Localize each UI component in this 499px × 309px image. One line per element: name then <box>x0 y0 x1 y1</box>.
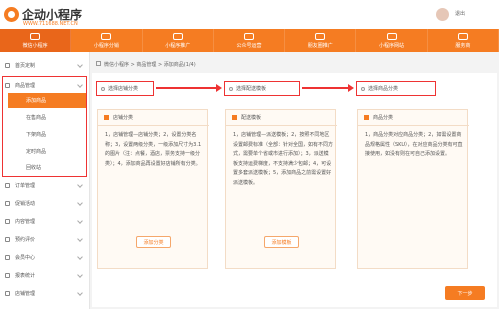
chevron-down-icon <box>77 182 83 188</box>
doc-icon <box>232 115 237 120</box>
logo[interactable]: 企动小程序 WWW.711688.NET.CN <box>4 5 83 27</box>
promotion-icon <box>5 201 10 206</box>
step-label: 选择商品分类 <box>368 86 399 92</box>
chevron-down-icon <box>77 254 83 260</box>
card-body: 1，商品分类对应商品分类；2，如需设置商品规格属性（SKU），在对应商品分类有可… <box>365 132 463 158</box>
sidebar-item-home[interactable]: 首页定制 <box>0 58 90 73</box>
content-icon <box>5 219 10 224</box>
sidebar-item-label: 报表统计 <box>15 273 36 279</box>
add-category-button[interactable]: 添加分类 <box>136 236 171 248</box>
nav-mini-program[interactable]: 微信小程序 <box>0 29 72 52</box>
add-template-button[interactable]: 添加模板 <box>264 236 299 248</box>
nav-label: 小程序分销 <box>93 42 119 49</box>
next-button[interactable]: 下一步 <box>445 286 485 300</box>
sidebar-item-appointment[interactable]: 预约评价 <box>0 232 90 247</box>
logo-icon <box>4 6 19 22</box>
sidebar-item-content[interactable]: 内容管理 <box>0 214 90 229</box>
card-delivery-template: 配送模板 1，店铺管理—派送模板；2，按照不同地区设置邮费标准（全部：针对全国，… <box>225 109 337 269</box>
sidebar-item-label: 会员中心 <box>15 255 36 261</box>
card-title: 配送模板 <box>241 115 262 121</box>
step-goods-category[interactable]: 选择商品分类 <box>356 81 436 96</box>
step-delivery-template[interactable]: 选择配送模板 <box>224 81 300 96</box>
arrow-right-icon <box>348 84 354 92</box>
logo-text: 企动小程序 <box>22 7 83 22</box>
breadcrumb: 微信小程序 > 商品管理 > 添加商品(1/4) <box>104 62 196 68</box>
sidebar-item-member[interactable]: 会员中心 <box>0 250 90 265</box>
arrow-line <box>156 87 216 89</box>
nav-official-account[interactable]: 公众号运营 <box>214 29 286 52</box>
sidebar-item-store[interactable]: 店铺管理 <box>0 286 90 301</box>
card-header: 配送模板 <box>226 110 337 126</box>
card-goods-category: 商品分类 1，商品分类对应商品分类；2，如需设置商品规格属性（SKU），在对应商… <box>357 109 469 269</box>
chevron-down-icon <box>77 218 83 224</box>
nav-promotion[interactable]: 小程序推广 <box>143 29 214 52</box>
doc-icon <box>104 115 109 120</box>
sidebar-item-label: 促销活动 <box>15 201 36 207</box>
main-nav: 微信小程序 小程序分销 小程序推广 公众号运营 朋友圈推广 小程序网站 服务商 <box>0 29 499 52</box>
step-icon <box>101 86 105 91</box>
arrow-line <box>302 87 348 89</box>
nav-label: 微信小程序 <box>22 42 48 49</box>
sidebar-item-label: 订单管理 <box>15 183 36 189</box>
distribution-icon <box>101 32 112 40</box>
sidebar-item-report[interactable]: 报表统计 <box>0 268 90 283</box>
step-label: 选择配送模板 <box>236 86 267 92</box>
sidebar-item-promotion[interactable]: 促销活动 <box>0 196 90 211</box>
chevron-down-icon <box>77 236 83 242</box>
nav-label: 公众号运营 <box>236 42 262 49</box>
nav-label: 小程序网站 <box>379 42 405 49</box>
sidebar-item-label: 首页定制 <box>15 63 36 69</box>
official-account-icon <box>243 32 254 40</box>
logout-link[interactable]: 退出 <box>455 10 465 17</box>
store-icon <box>5 291 10 296</box>
arrow-right-icon <box>216 84 222 92</box>
member-icon <box>5 255 10 260</box>
chevron-down-icon <box>77 272 83 278</box>
moments-icon <box>315 32 326 40</box>
mini-program-icon <box>30 32 41 40</box>
card-header: 商品分类 <box>358 110 469 126</box>
step-icon <box>361 86 365 91</box>
nav-service-provider[interactable]: 服务商 <box>428 29 499 52</box>
card-title: 商品分类 <box>373 115 394 121</box>
chevron-down-icon <box>77 200 83 206</box>
promotion-icon <box>172 32 183 40</box>
nav-label: 服务商 <box>455 42 471 49</box>
nav-website[interactable]: 小程序网站 <box>356 29 428 52</box>
card-title: 店铺分类 <box>113 115 134 121</box>
nav-label: 朋友圈推广 <box>307 42 333 49</box>
card-store-category: 店铺分类 1，店铺管理—店铺分类；2，设置分类名称；3，设置两级分类，一级添加尺… <box>97 109 209 269</box>
logo-url: WWW.711688.NET.CN <box>23 21 78 27</box>
breadcrumb-icon <box>96 61 101 66</box>
highlight-box <box>2 76 87 177</box>
website-icon <box>386 32 397 40</box>
chevron-down-icon <box>77 62 83 68</box>
card-body: 1，店铺管理—店铺分类；2，设置分类名称；3，设置两级分类，一级添加尺寸为3.1… <box>105 132 202 167</box>
nav-label: 小程序推广 <box>165 42 191 49</box>
step-label: 选择店铺分类 <box>108 86 139 92</box>
sidebar-item-orders[interactable]: 订单管理 <box>0 178 90 193</box>
card-body: 1，店铺管理—派送模板；2，按照不同地区设置邮费标准（全部：针对全国，如有不同方… <box>233 132 334 186</box>
step-store-category[interactable]: 选择店铺分类 <box>96 81 154 96</box>
sidebar-item-label: 预约评价 <box>15 237 36 243</box>
card-header: 店铺分类 <box>98 110 209 126</box>
nav-distribution[interactable]: 小程序分销 <box>71 29 143 52</box>
step-icon <box>229 86 233 91</box>
sidebar-item-label: 店铺管理 <box>15 291 36 297</box>
chevron-down-icon <box>77 290 83 296</box>
home-icon <box>5 63 10 68</box>
nav-moments[interactable]: 朋友圈推广 <box>285 29 357 52</box>
sidebar-item-label: 内容管理 <box>15 219 36 225</box>
top-bar: 企动小程序 WWW.711688.NET.CN 退出 <box>0 0 499 29</box>
sidebar: 首页定制 商品管理 添加商品 在售商品 下架商品 定时商品 回收站 订单管理 促… <box>0 52 90 309</box>
doc-icon <box>364 115 369 120</box>
avatar[interactable] <box>436 8 449 21</box>
order-icon <box>5 183 10 188</box>
report-icon <box>5 273 10 278</box>
service-provider-icon <box>457 32 468 40</box>
appointment-icon <box>5 237 10 242</box>
